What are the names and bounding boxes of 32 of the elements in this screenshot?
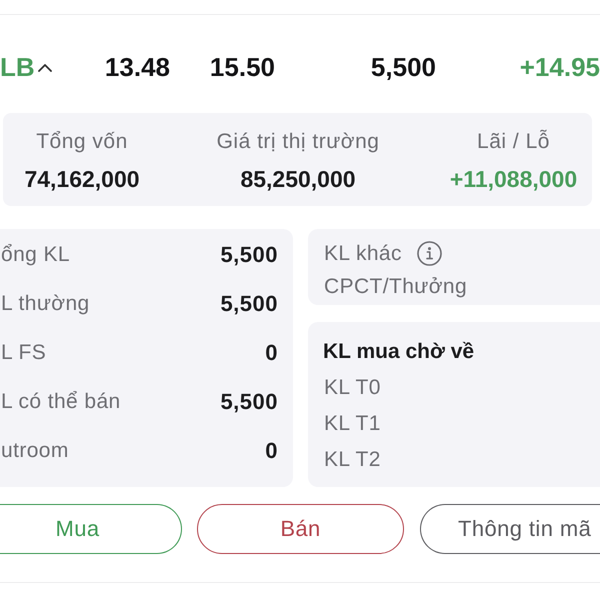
volume-label: CPCT/Thưởng [323, 274, 468, 300]
info-icon[interactable] [416, 241, 442, 266]
volume-label: ổng KL [0, 242, 70, 268]
summary-value: +11,088,000 [450, 165, 578, 193]
summary-label: Giá trị thị trường [216, 129, 380, 155]
volume-label: KL khác [323, 240, 402, 266]
volume-label: L FS [0, 340, 46, 366]
value-text: +14.95 [520, 52, 600, 82]
volume-label: L thường [0, 290, 90, 316]
stock-symbol: LB [0, 52, 35, 82]
volume-label: KL T0 [323, 375, 381, 401]
volume-value: 5,500 [220, 242, 278, 268]
volume-label: utroom [0, 438, 69, 464]
value-text: 13.48 [104, 52, 170, 82]
volume-label: KL T2 [323, 447, 381, 473]
chevron-up-icon[interactable] [38, 62, 52, 72]
volume-label: L có thể bán [0, 388, 121, 414]
info-button[interactable]: Thông tin mã [420, 504, 600, 554]
volume-value: 0 [265, 438, 278, 464]
buy-button[interactable]: Mua [0, 504, 182, 554]
value-text: 5,500 [370, 52, 436, 82]
section-title: KL mua chờ về [323, 340, 474, 364]
summary-label: Tổng vốn [36, 129, 128, 155]
volume-value: 0 [265, 340, 278, 366]
summary-label: Lãi / Lỗ [477, 129, 550, 155]
summary-value: 85,250,000 [240, 165, 356, 193]
sell-button[interactable]: Bán [197, 504, 404, 554]
summary-value: 74,162,000 [24, 165, 140, 193]
volume-value: 5,500 [220, 290, 278, 316]
volume-label: KL T1 [323, 411, 381, 437]
value-text: 15.50 [210, 52, 275, 82]
volume-value: 5,500 [220, 388, 278, 414]
